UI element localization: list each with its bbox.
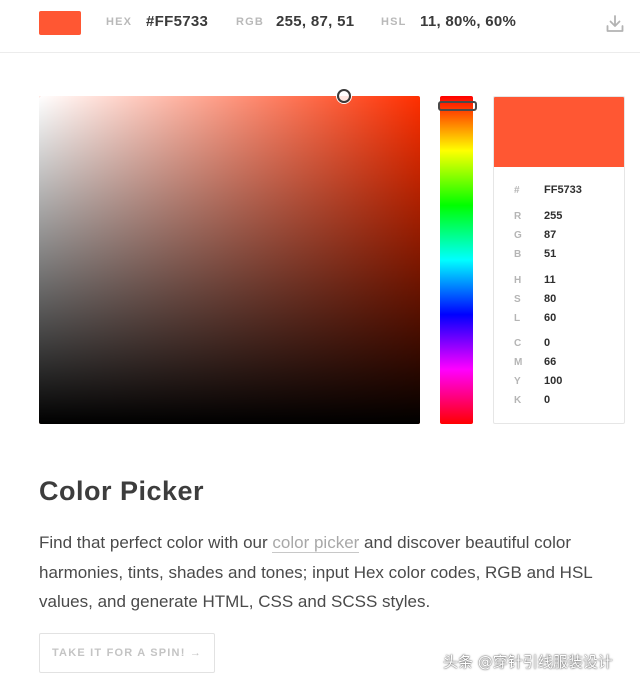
- take-it-for-a-spin-button[interactable]: TAKE IT FOR A SPIN! →: [39, 633, 215, 673]
- h-value[interactable]: 11: [544, 274, 556, 286]
- hex-code-value[interactable]: FF5733: [544, 184, 582, 196]
- l-value[interactable]: 60: [544, 312, 556, 324]
- hsl-label: HSL: [381, 16, 407, 28]
- g-label: G: [514, 230, 522, 241]
- k-row: K 0: [494, 394, 624, 411]
- color-swatch-large: [494, 97, 624, 167]
- c-row: C 0: [494, 337, 624, 354]
- rgb-value[interactable]: 255, 87, 51: [276, 13, 354, 30]
- s-label: S: [514, 294, 521, 305]
- description-text: Find that perfect color with our color p…: [39, 528, 609, 617]
- description-start: Find that perfect color with our: [39, 533, 273, 552]
- page-title: Color Picker: [39, 476, 205, 506]
- hsl-value[interactable]: 11, 80%, 60%: [420, 13, 516, 30]
- m-row: M 66: [494, 356, 624, 373]
- l-row: L 60: [494, 312, 624, 329]
- m-label: M: [514, 357, 523, 368]
- y-row: Y 100: [494, 375, 624, 392]
- s-row: S 80: [494, 293, 624, 310]
- m-value[interactable]: 66: [544, 356, 556, 368]
- hex-value[interactable]: #FF5733: [146, 13, 208, 30]
- hue-slider-handle[interactable]: [438, 101, 477, 112]
- saturation-value-picker[interactable]: [39, 89, 420, 424]
- y-value[interactable]: 100: [544, 375, 562, 387]
- color-info-panel: # FF5733 R 255 G 87 B 51 H 11 S 80 L 60 …: [493, 96, 625, 424]
- c-value[interactable]: 0: [544, 337, 550, 349]
- k-value[interactable]: 0: [544, 394, 550, 406]
- value-gradient: [39, 96, 420, 424]
- g-value[interactable]: 87: [544, 229, 556, 241]
- c-label: C: [514, 338, 522, 349]
- hash-label: #: [514, 185, 520, 196]
- download-button[interactable]: [604, 13, 626, 35]
- rgb-label: RGB: [236, 16, 265, 28]
- color-picker-handle[interactable]: [336, 89, 351, 103]
- hue-slider[interactable]: [438, 96, 477, 424]
- hex-label: HEX: [106, 16, 133, 28]
- download-icon: [606, 15, 624, 32]
- s-value[interactable]: 80: [544, 293, 556, 305]
- h-row: H 11: [494, 274, 624, 291]
- r-row: R 255: [494, 210, 624, 227]
- k-label: K: [514, 395, 522, 406]
- hex-row: # FF5733: [494, 184, 624, 201]
- b-value[interactable]: 51: [544, 248, 556, 260]
- y-label: Y: [514, 376, 521, 387]
- l-label: L: [514, 313, 521, 324]
- top-bar: HEX #FF5733 RGB 255, 87, 51 HSL 11, 80%,…: [0, 0, 640, 53]
- r-value[interactable]: 255: [544, 210, 562, 222]
- g-row: G 87: [494, 229, 624, 246]
- color-swatch-small[interactable]: [39, 11, 81, 35]
- b-row: B 51: [494, 248, 624, 265]
- b-label: B: [514, 249, 522, 260]
- r-label: R: [514, 211, 522, 222]
- color-picker-link[interactable]: color picker: [272, 533, 360, 553]
- watermark: 头条 @穿针引线服装设计: [443, 653, 613, 671]
- h-label: H: [514, 275, 522, 286]
